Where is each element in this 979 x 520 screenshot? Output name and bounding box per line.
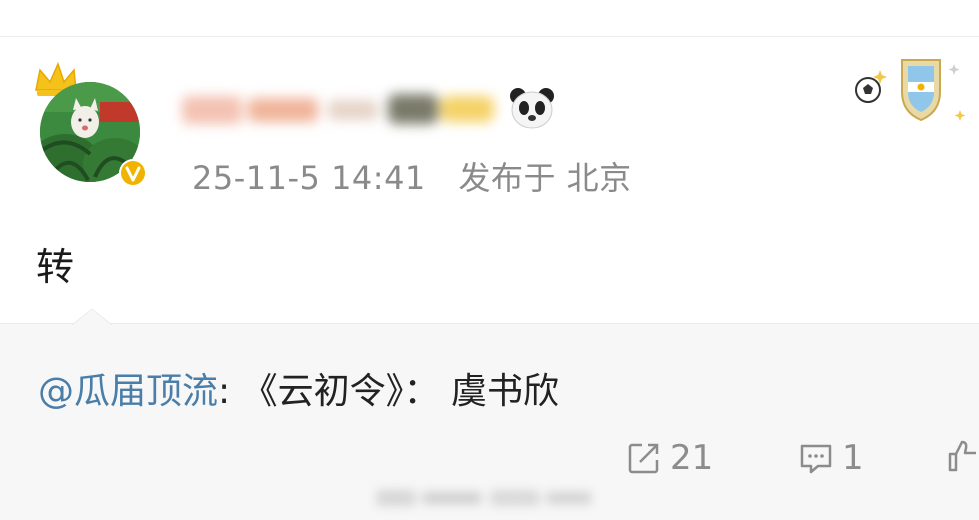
- like-button[interactable]: [946, 438, 979, 474]
- top-bar: [0, 0, 979, 37]
- avatar-group[interactable]: [32, 60, 150, 200]
- repost-pointer: [72, 309, 112, 325]
- username-redacted[interactable]: [178, 88, 498, 132]
- repost-mention-link[interactable]: @瓜届顶流: [38, 371, 218, 412]
- repost-separator: :: [218, 371, 231, 412]
- post-timestamp: 25-11-5 14:41: [192, 159, 426, 197]
- comment-icon: [800, 444, 832, 474]
- verified-v-icon: [119, 159, 147, 187]
- panda-icon: [510, 88, 554, 129]
- comment-count: 1: [842, 438, 864, 478]
- watermark-redacted: [376, 490, 592, 506]
- comment-button[interactable]: 1: [798, 438, 864, 478]
- post-content: 转: [36, 245, 75, 289]
- fan-badge[interactable]: [852, 52, 972, 124]
- repost-body: 《云初令》： 虞书欣: [241, 371, 560, 412]
- shield-badge-icon: [901, 59, 941, 122]
- thumbs-up-icon: [948, 440, 976, 472]
- post-location: 发布于 北京: [458, 159, 632, 197]
- soccer-ball-icon: [855, 77, 881, 103]
- repost-text: @瓜届顶流: 《云初令》： 虞书欣: [38, 362, 559, 414]
- share-count: 21: [670, 438, 714, 478]
- share-button[interactable]: 21: [626, 438, 713, 478]
- post-meta: 25-11-5 14:41 发布于 北京: [192, 153, 632, 199]
- share-icon: [628, 443, 659, 474]
- action-bar: 21 1: [0, 438, 979, 484]
